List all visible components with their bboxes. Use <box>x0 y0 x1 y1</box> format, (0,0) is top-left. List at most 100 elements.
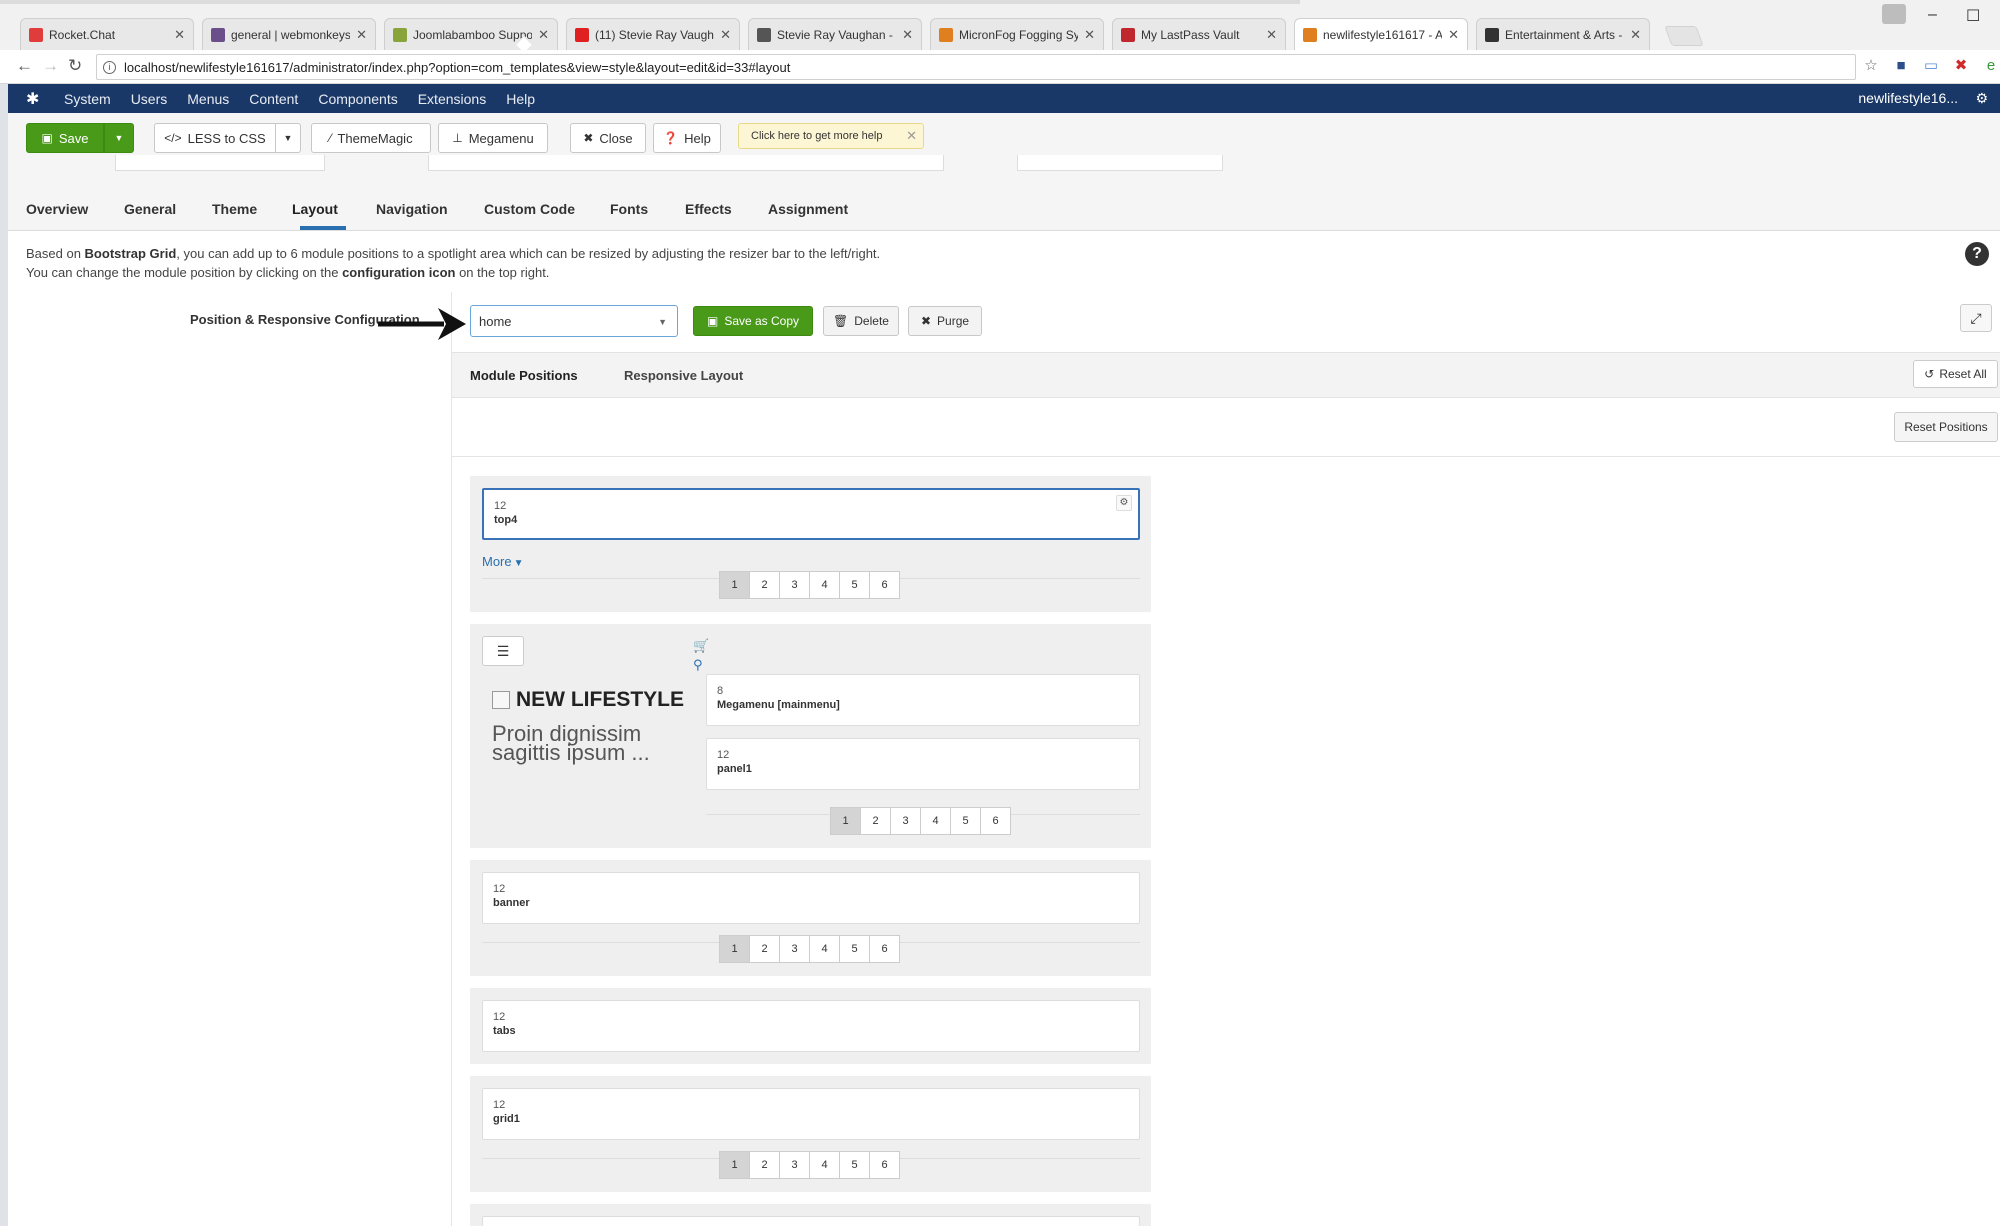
thememagic-button[interactable]: ⁄ ThemeMagic <box>311 123 431 153</box>
column-count-option[interactable]: 6 <box>869 935 900 963</box>
column-count-option[interactable]: 1 <box>719 935 750 963</box>
column-count-option[interactable]: 4 <box>809 935 840 963</box>
module-position-panel1[interactable]: 12 panel1 <box>706 738 1140 790</box>
column-count-option[interactable]: 4 <box>920 807 951 835</box>
menu-toggle-icon[interactable]: ☰ <box>482 636 524 666</box>
browser-tab[interactable]: Stevie Ray Vaughan - Wi ✕ <box>748 18 922 50</box>
close-tab-icon[interactable]: ✕ <box>1266 27 1277 43</box>
bookmark-star-icon[interactable]: ☆ <box>1862 57 1880 75</box>
module-position-top4[interactable]: 12 top4 ⚙ <box>482 488 1140 540</box>
tab-module-positions[interactable]: Module Positions <box>470 368 578 383</box>
menu-help[interactable]: Help <box>506 91 535 107</box>
help-question-icon[interactable]: ? <box>1965 242 1989 266</box>
column-count-option[interactable]: 5 <box>950 807 981 835</box>
more-link[interactable]: More ▼ <box>482 554 524 569</box>
tab-theme[interactable]: Theme <box>212 201 257 217</box>
column-count-option[interactable]: 4 <box>809 571 840 599</box>
url-field[interactable]: i localhost/newlifestyle161617/administr… <box>96 54 1856 80</box>
browser-tab[interactable]: Joomlabamboo Support ✕ <box>384 18 558 50</box>
close-button[interactable]: ✖ Close <box>570 123 646 153</box>
config-gear-icon[interactable]: ⚙ <box>1116 495 1132 511</box>
joomla-logo-icon[interactable]: ✱ <box>26 89 39 109</box>
menu-extensions[interactable]: Extensions <box>418 91 486 107</box>
browser-tab[interactable]: general | webmonkeys S ✕ <box>202 18 376 50</box>
module-position-grid1[interactable]: 12 grid1 <box>482 1088 1140 1140</box>
tab-navigation[interactable]: Navigation <box>376 201 448 217</box>
new-tab-button[interactable] <box>1664 26 1704 46</box>
browser-tab[interactable]: Rocket.Chat ✕ <box>20 18 194 50</box>
column-count-option[interactable]: 5 <box>839 571 870 599</box>
layout-select[interactable]: home ▼ <box>470 305 678 337</box>
back-icon[interactable]: ← <box>16 56 33 76</box>
tab-layout[interactable]: Layout <box>292 201 338 217</box>
minimize-icon[interactable]: – <box>1928 6 1937 24</box>
column-count-option[interactable]: 3 <box>779 1151 810 1179</box>
module-position-next[interactable] <box>482 1216 1140 1226</box>
info-icon[interactable]: i <box>103 60 116 74</box>
column-count-option[interactable]: 3 <box>779 935 810 963</box>
browser-tab[interactable]: MicronFog Fogging Syst ✕ <box>930 18 1104 50</box>
column-count-option[interactable]: 3 <box>779 571 810 599</box>
column-count-option[interactable]: 2 <box>749 935 780 963</box>
tab-overview[interactable]: Overview <box>26 201 88 217</box>
column-count-option[interactable]: 2 <box>749 571 780 599</box>
column-count-option[interactable]: 2 <box>860 807 891 835</box>
browser-tab[interactable]: (11) Stevie Ray Vaugh ✕ <box>566 18 740 50</box>
less-dropdown-button[interactable]: ▼ <box>275 123 301 153</box>
reset-positions-button[interactable]: Reset Positions <box>1894 412 1998 442</box>
menu-system[interactable]: System <box>64 91 111 107</box>
column-count-option[interactable]: 5 <box>839 935 870 963</box>
profile-icon[interactable] <box>1882 4 1906 24</box>
extension-close-icon[interactable]: ✖ <box>1952 57 1970 75</box>
save-dropdown-button[interactable]: ▼ <box>104 123 134 153</box>
menu-menus[interactable]: Menus <box>187 91 229 107</box>
save-as-copy-button[interactable]: ▣ Save as Copy <box>693 306 813 336</box>
close-tab-icon[interactable]: ✕ <box>538 27 549 43</box>
module-position-banner[interactable]: 12 banner <box>482 872 1140 924</box>
close-tab-icon[interactable]: ✕ <box>902 27 913 43</box>
extension-icon[interactable]: ▭ <box>1922 57 1940 75</box>
menu-users[interactable]: Users <box>131 91 168 107</box>
menu-components[interactable]: Components <box>318 91 397 107</box>
close-tab-icon[interactable]: ✕ <box>1630 27 1641 43</box>
close-tab-icon[interactable]: ✕ <box>356 27 367 43</box>
browser-tab-active[interactable]: newlifestyle161617 - Adr ✕ <box>1294 18 1468 50</box>
browser-tab[interactable]: My LastPass Vault ✕ <box>1112 18 1286 50</box>
column-count-option[interactable]: 5 <box>839 1151 870 1179</box>
reset-all-button[interactable]: ↺ Reset All <box>1913 360 1998 388</box>
delete-button[interactable]: 🗑 Delete <box>823 306 899 336</box>
reload-icon[interactable]: ↻ <box>68 56 82 76</box>
menu-content[interactable]: Content <box>249 91 298 107</box>
user-menu[interactable]: newlifestyle16... <box>1858 90 1958 106</box>
column-count-option[interactable]: 6 <box>869 1151 900 1179</box>
tab-responsive-layout[interactable]: Responsive Layout <box>624 368 743 383</box>
column-count-option[interactable]: 1 <box>719 571 750 599</box>
browser-tab[interactable]: Entertainment & Arts - B ✕ <box>1476 18 1650 50</box>
column-count-option[interactable]: 3 <box>890 807 921 835</box>
column-count-option[interactable]: 2 <box>749 1151 780 1179</box>
cart-icon[interactable]: 🛒 <box>693 638 709 654</box>
close-tab-icon[interactable]: ✕ <box>174 27 185 43</box>
help-tooltip[interactable]: Click here to get more help ✕ <box>738 123 924 149</box>
tab-general[interactable]: General <box>124 201 176 217</box>
fullscreen-expand-icon[interactable]: ⤢ <box>1960 304 1992 332</box>
settings-gear-icon[interactable]: ⚙ <box>1975 90 1988 107</box>
close-tab-icon[interactable]: ✕ <box>1448 27 1459 43</box>
less-to-css-button[interactable]: </> LESS to CSS <box>154 123 276 153</box>
module-position-megamenu[interactable]: 8 Megamenu [mainmenu] <box>706 674 1140 726</box>
extension-icon[interactable]: ■ <box>1892 57 1910 75</box>
close-tab-icon[interactable]: ✕ <box>720 27 731 43</box>
tab-assignment[interactable]: Assignment <box>768 201 848 217</box>
column-count-option[interactable]: 6 <box>980 807 1011 835</box>
close-icon[interactable]: ✕ <box>906 128 917 144</box>
maximize-icon[interactable]: ☐ <box>1966 6 1980 26</box>
tab-custom-code[interactable]: Custom Code <box>484 201 575 217</box>
help-button[interactable]: ❓ Help <box>653 123 721 153</box>
module-position-tabs[interactable]: 12 tabs <box>482 1000 1140 1052</box>
column-count-option[interactable]: 1 <box>719 1151 750 1179</box>
column-count-option[interactable]: 4 <box>809 1151 840 1179</box>
tab-effects[interactable]: Effects <box>685 201 732 217</box>
close-tab-icon[interactable]: ✕ <box>1084 27 1095 43</box>
tab-fonts[interactable]: Fonts <box>610 201 648 217</box>
purge-button[interactable]: ✖ Purge <box>908 306 982 336</box>
